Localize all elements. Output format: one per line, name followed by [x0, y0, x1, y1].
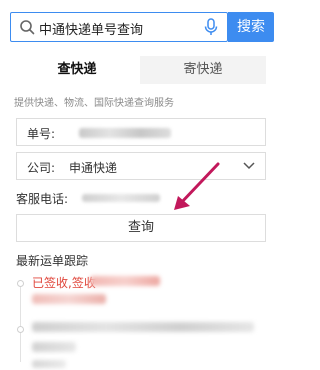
tracking-number-redacted — [79, 128, 171, 138]
chevron-down-icon — [243, 162, 255, 170]
customer-service-phone-label: 客服电话: — [16, 192, 69, 206]
microphone-icon[interactable] — [203, 18, 219, 36]
tracking-number-field[interactable]: 单号: — [16, 118, 266, 146]
tab-bar: 查快递 寄快递 — [14, 56, 266, 84]
timeline-entry-time-redacted — [32, 360, 66, 368]
search-button[interactable]: 搜索 — [228, 12, 274, 42]
timeline-dot — [17, 326, 24, 333]
tab-query-express[interactable]: 查快递 — [14, 56, 140, 84]
company-label: 公司: — [27, 161, 56, 175]
top-bar: 中通快递单号查询 搜索 — [0, 0, 312, 50]
recent-tracking-title: 最新运单跟踪 — [16, 254, 89, 268]
search-box[interactable]: 中通快递单号查询 — [10, 12, 228, 42]
tracking-number-label: 单号: — [27, 127, 56, 141]
customer-service-phone-redacted — [82, 194, 160, 202]
search-icon — [20, 20, 35, 35]
timeline-entry-text: 已签收,签收 — [32, 276, 96, 290]
search-input[interactable]: 中通快递单号查询 — [39, 19, 143, 38]
timeline-line — [20, 282, 21, 362]
timeline-entry-time-redacted — [32, 294, 106, 304]
services-description: 提供快递、物流、国际快递查询服务 — [14, 98, 174, 109]
timeline-dot — [17, 280, 24, 287]
timeline-entry-redacted — [90, 276, 160, 286]
company-value: 申通快递 — [69, 161, 118, 175]
annotation-arrow-icon — [174, 162, 220, 210]
timeline-entry-redacted — [32, 322, 254, 332]
timeline-entry-redacted — [32, 342, 76, 352]
tab-send-express[interactable]: 寄快递 — [140, 56, 266, 84]
